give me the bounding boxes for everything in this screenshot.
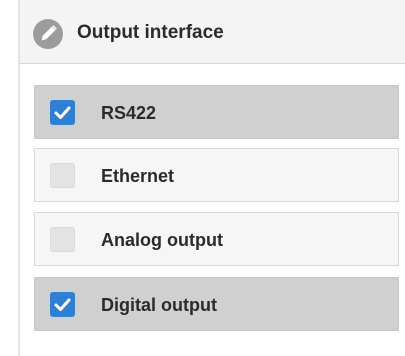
- panel-header: Output interface: [20, 0, 405, 64]
- digital-output-checkbox[interactable]: [50, 292, 75, 317]
- rs422-label: RS422: [101, 103, 157, 123]
- option-ethernet[interactable]: Ethernet: [34, 148, 399, 202]
- ethernet-label: Ethernet: [101, 166, 175, 186]
- rs422-checkbox[interactable]: [50, 100, 75, 125]
- checkmark-icon: [54, 106, 71, 119]
- output-interface-panel: Output interface RS422 Ethernet Analog o…: [18, 0, 405, 356]
- analog-output-checkbox[interactable]: [50, 227, 75, 252]
- pencil-icon: [33, 19, 63, 49]
- option-analog-output[interactable]: Analog output: [34, 212, 399, 266]
- checkmark-icon: [54, 298, 71, 311]
- digital-output-label: Digital output: [101, 295, 217, 315]
- option-rs422[interactable]: RS422: [34, 85, 399, 139]
- analog-output-label: Analog output: [101, 230, 223, 250]
- option-digital-output[interactable]: Digital output: [34, 277, 399, 331]
- ethernet-checkbox[interactable]: [50, 163, 75, 188]
- panel-title: Output interface: [77, 22, 224, 43]
